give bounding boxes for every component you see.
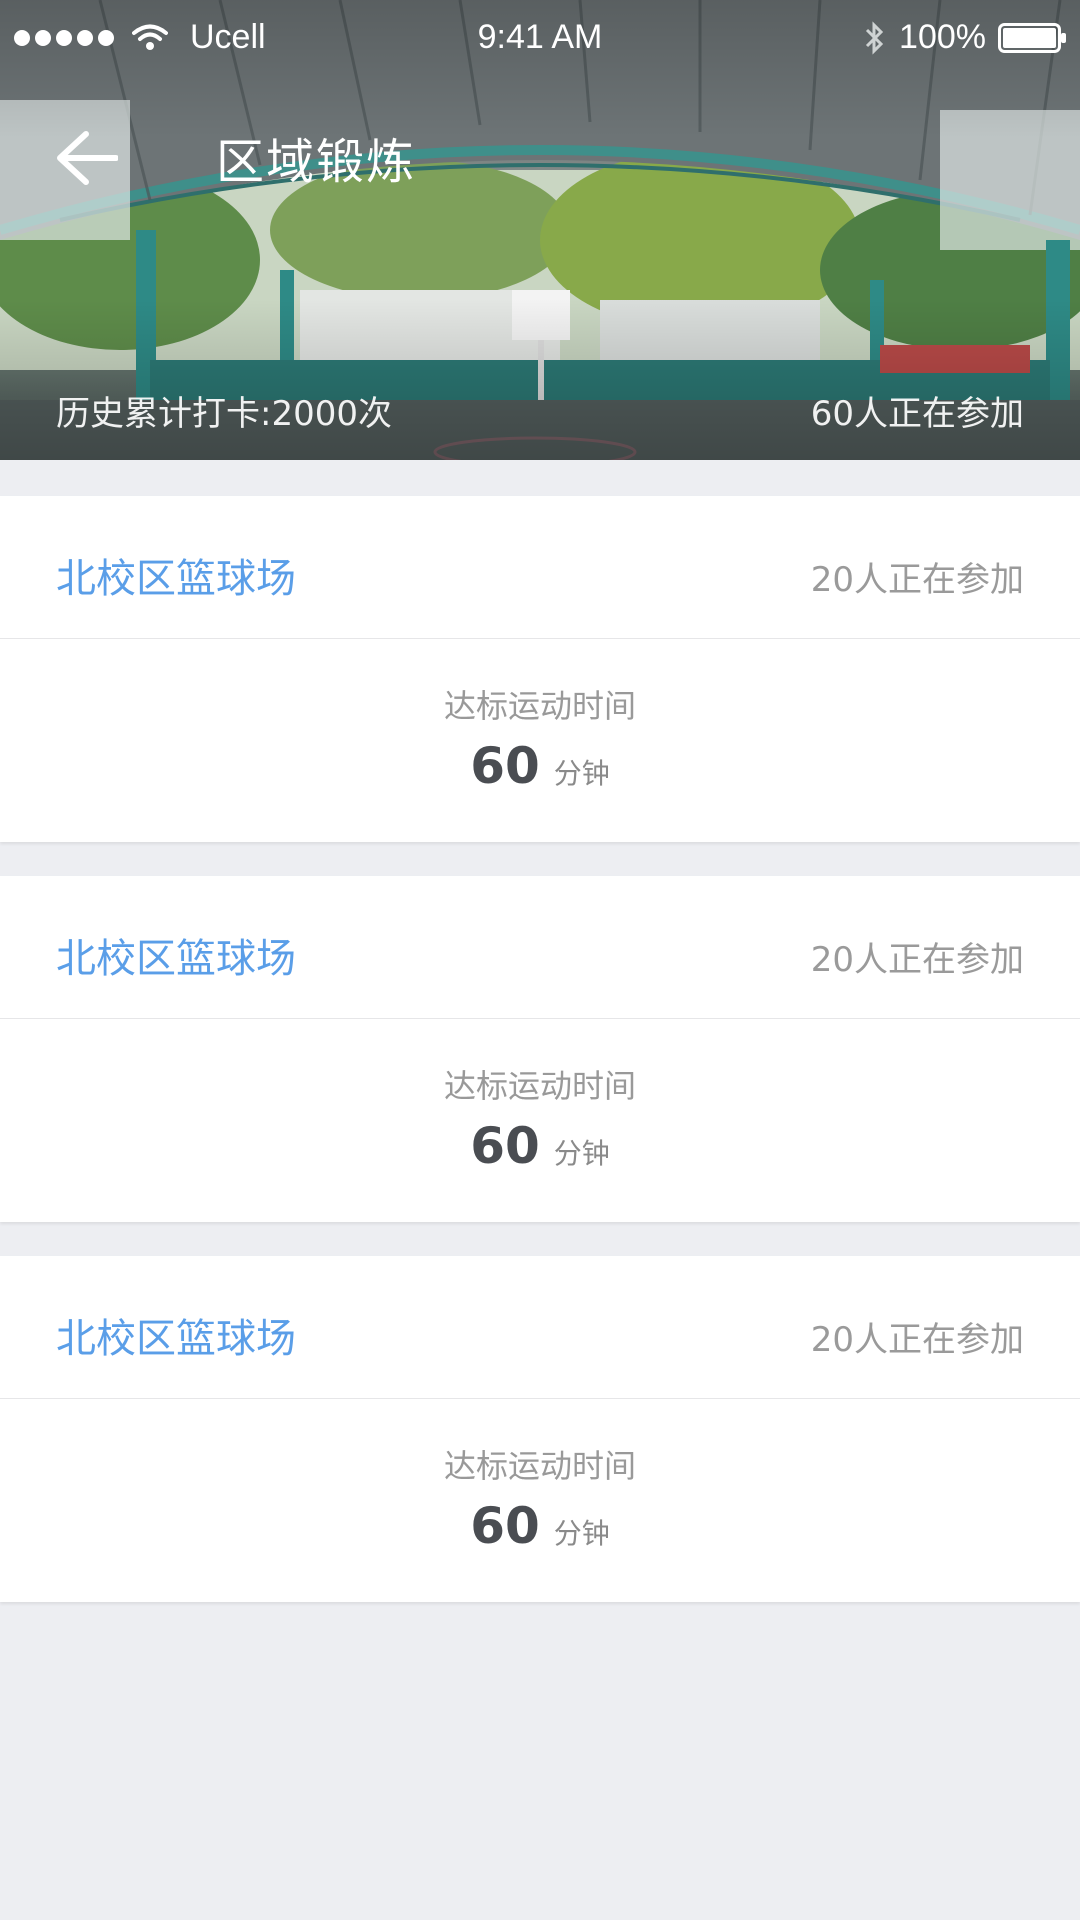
- target-time-unit: 分钟: [553, 757, 610, 790]
- back-arrow-icon[interactable]: [54, 128, 118, 188]
- bluetooth-icon: [865, 20, 884, 55]
- history-checkin-count: 历史累计打卡:2000次: [56, 394, 392, 434]
- total-participants: 60人正在参加: [810, 394, 1024, 434]
- target-time-value: 60: [470, 1117, 540, 1175]
- status-right: 100%: [863, 18, 1068, 57]
- target-time-unit: 分钟: [553, 1517, 610, 1550]
- target-time-row: 60 分钟: [0, 737, 1080, 795]
- target-time-label: 达标运动时间: [443, 1067, 636, 1105]
- target-time-value: 60: [470, 1497, 540, 1555]
- court-card[interactable]: 北校区篮球场 20人正在参加 达标运动时间 60 分钟: [0, 876, 1080, 1222]
- court-card-header: 北校区篮球场 20人正在参加: [0, 1256, 1080, 1399]
- court-card-body: 达标运动时间 60 分钟: [0, 1019, 1080, 1222]
- status-bar: Ucell 9:41 AM 100%: [0, 0, 1080, 78]
- battery-percentage: 100%: [899, 18, 986, 56]
- page-title: 区域锻炼: [216, 134, 417, 190]
- court-participants: 20人正在参加: [810, 560, 1024, 600]
- court-card-header: 北校区篮球场 20人正在参加: [0, 496, 1080, 639]
- court-card-body: 达标运动时间 60 分钟: [0, 639, 1080, 842]
- court-participants: 20人正在参加: [810, 940, 1024, 980]
- target-time-label: 达标运动时间: [443, 687, 636, 725]
- header-banner: Ucell 9:41 AM 100% 区域锻炼 历史累计打卡:2000次 60人…: [0, 0, 1080, 460]
- target-time-unit: 分钟: [553, 1137, 610, 1170]
- battery-icon: [998, 22, 1066, 53]
- court-name: 北校区篮球场: [56, 936, 296, 982]
- target-time-value: 60: [470, 737, 540, 795]
- court-participants: 20人正在参加: [810, 1320, 1024, 1360]
- court-name: 北校区篮球场: [56, 1316, 296, 1362]
- target-time-label: 达标运动时间: [443, 1447, 636, 1485]
- target-time-row: 60 分钟: [0, 1497, 1080, 1555]
- court-card[interactable]: 北校区篮球场 20人正在参加 达标运动时间 60 分钟: [0, 496, 1080, 842]
- court-name: 北校区篮球场: [56, 556, 296, 602]
- target-time-row: 60 分钟: [0, 1117, 1080, 1175]
- court-card[interactable]: 北校区篮球场 20人正在参加 达标运动时间 60 分钟: [0, 1256, 1080, 1602]
- court-card-header: 北校区篮球场 20人正在参加: [0, 876, 1080, 1019]
- court-card-body: 达标运动时间 60 分钟: [0, 1399, 1080, 1602]
